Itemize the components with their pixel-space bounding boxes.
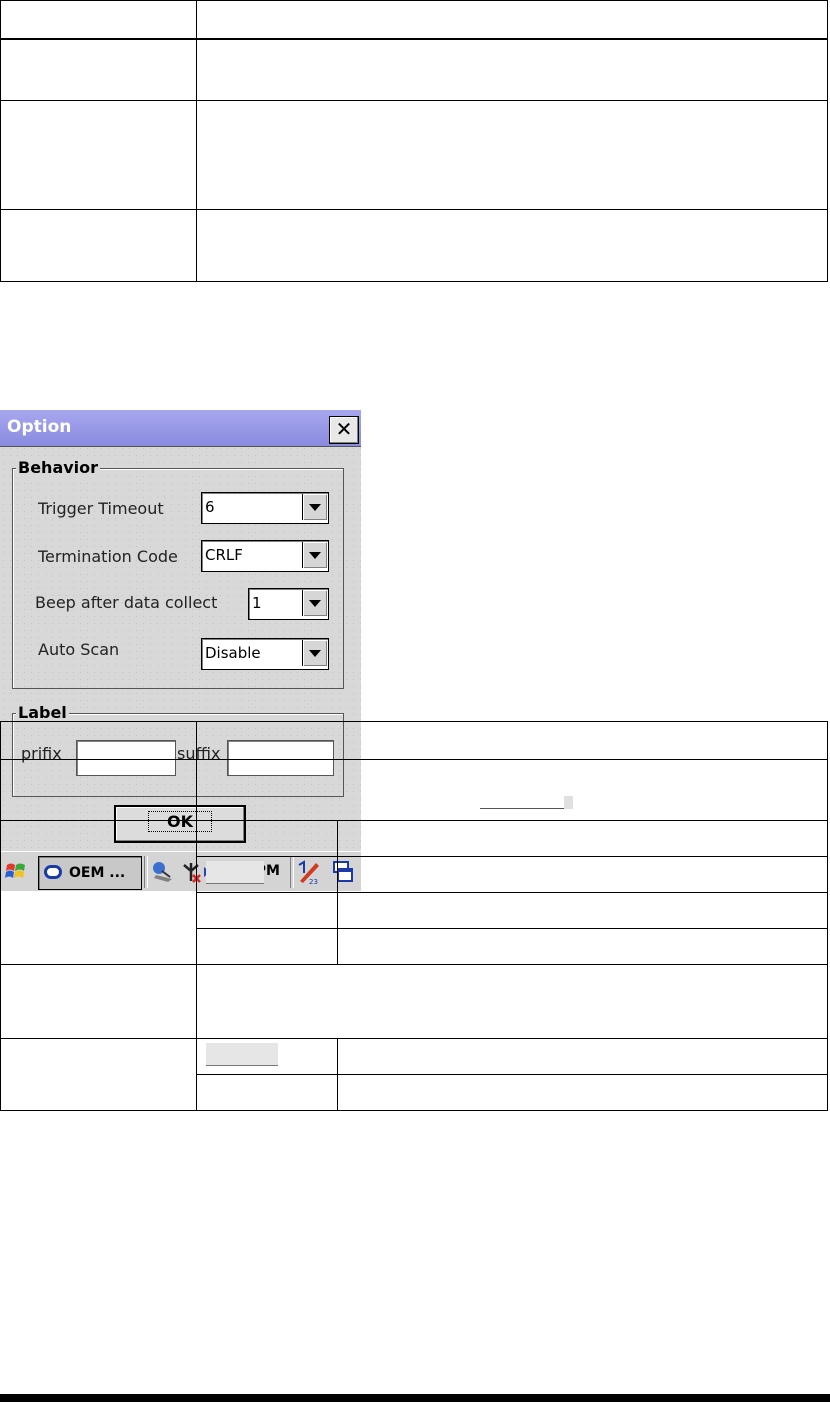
table-cell	[337, 820, 828, 857]
table-cell	[337, 892, 828, 929]
table-cell	[0, 38, 197, 101]
table-cell	[0, 759, 197, 821]
table-cell	[196, 892, 338, 929]
trigger-timeout-value: 6	[205, 498, 215, 516]
table-cell	[0, 0, 197, 40]
table-cell	[337, 856, 828, 893]
table-cell	[196, 759, 828, 821]
dialog-titlebar: Option ✕	[0, 410, 361, 447]
page-bottom-rule	[0, 1394, 830, 1402]
table-cell	[0, 1038, 197, 1111]
termination-code-value: CRLF	[205, 546, 243, 564]
table-cell	[196, 856, 338, 893]
highlight-mark	[206, 860, 264, 884]
table-cell	[337, 1074, 828, 1111]
chevron-down-icon[interactable]	[302, 590, 327, 616]
table-cell	[196, 1038, 338, 1075]
table-cell	[0, 820, 197, 965]
dialog-title: Option	[7, 417, 72, 437]
termination-code-label: Termination Code	[38, 547, 178, 566]
beep-after-data-collect-label: Beep after data collect	[35, 593, 218, 612]
auto-scan-value: Disable	[205, 644, 261, 662]
chevron-down-icon[interactable]	[302, 542, 327, 568]
beep-after-data-collect-dropdown[interactable]: 1	[248, 588, 329, 620]
table-cell	[196, 721, 828, 760]
highlight-mark	[564, 796, 573, 809]
table-cell	[196, 820, 338, 857]
auto-scan-dropdown[interactable]: Disable	[201, 638, 329, 670]
close-button[interactable]: ✕	[329, 416, 359, 444]
trigger-timeout-dropdown[interactable]: 6	[201, 492, 329, 524]
document-table-bottom	[0, 721, 828, 1111]
table-cell	[196, 0, 828, 40]
beep-after-data-collect-value: 1	[252, 594, 262, 612]
highlight-mark	[206, 1042, 278, 1066]
underline-mark	[480, 808, 564, 809]
document-table-top	[0, 0, 828, 282]
table-cell	[0, 100, 197, 210]
table-cell	[0, 721, 197, 760]
table-cell	[196, 38, 828, 101]
termination-code-dropdown[interactable]: CRLF	[201, 540, 329, 572]
table-cell	[196, 928, 338, 965]
trigger-timeout-label: Trigger Timeout	[38, 499, 164, 518]
behavior-group-legend: Behavior	[16, 458, 101, 477]
table-cell	[337, 1038, 828, 1075]
chevron-down-icon[interactable]	[302, 494, 327, 520]
table-cell	[0, 964, 197, 1039]
chevron-down-icon[interactable]	[302, 640, 327, 666]
auto-scan-label: Auto Scan	[38, 640, 120, 659]
table-cell	[196, 100, 828, 210]
label-group-legend: Label	[16, 703, 69, 722]
table-cell	[196, 1074, 338, 1111]
close-icon: ✕	[335, 417, 353, 441]
table-cell	[337, 928, 828, 965]
table-cell	[0, 209, 197, 282]
table-cell	[196, 964, 828, 1039]
table-cell	[196, 209, 828, 282]
